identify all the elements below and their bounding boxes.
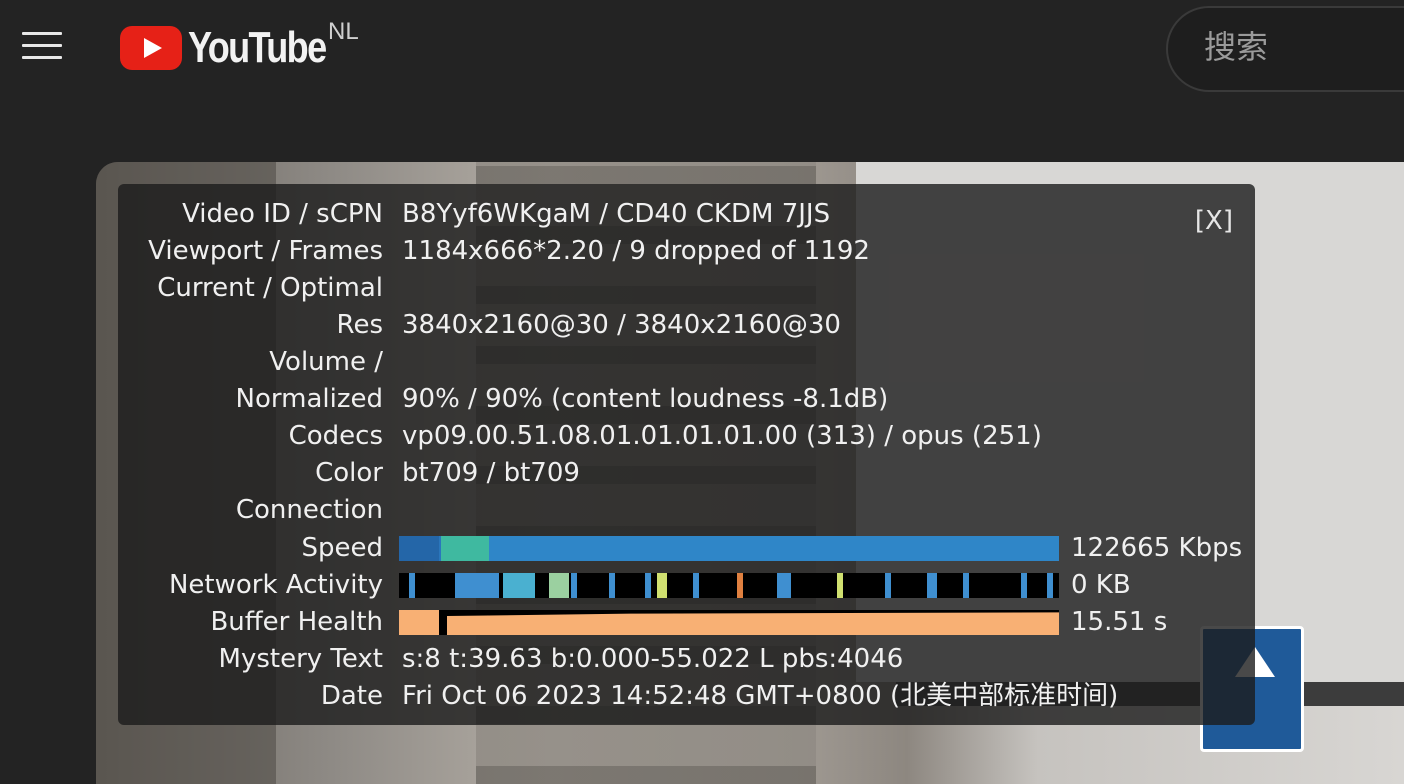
region-code: NL bbox=[328, 18, 359, 45]
stat-value: s:8 t:39.63 b:0.000-55.022 L pbs:4046 bbox=[402, 644, 904, 674]
stat-row-normalized: Normalized 90% / 90% (content loudness -… bbox=[118, 381, 1255, 418]
buffer-health-value: 15.51 s bbox=[1071, 607, 1168, 637]
stat-row-res: Res 3840x2160@30 / 3840x2160@30 bbox=[118, 307, 1255, 344]
stat-label: Viewport / Frames bbox=[148, 236, 383, 266]
stat-label: Codecs bbox=[288, 421, 383, 451]
youtube-logo[interactable]: YouTube NL bbox=[120, 18, 359, 72]
menu-icon[interactable] bbox=[22, 30, 62, 62]
stat-label: Current / Optimal bbox=[157, 273, 383, 303]
speed-graph bbox=[399, 536, 1059, 561]
stat-row-volume: Volume / bbox=[118, 344, 1255, 381]
stat-row-current-optimal: Current / Optimal bbox=[118, 270, 1255, 307]
search-box[interactable] bbox=[1166, 6, 1404, 92]
stat-label: Date bbox=[320, 681, 383, 711]
stat-value[interactable]: B8Yyf6WKgaM / CD40 CKDM 7JJS bbox=[402, 196, 830, 233]
top-bar: YouTube NL bbox=[0, 0, 1404, 92]
stat-label: Speed bbox=[301, 533, 383, 563]
stat-row-connection: Connection bbox=[118, 492, 1255, 529]
stat-value: vp09.00.51.08.01.01.01.01.00 (313) / opu… bbox=[402, 421, 1042, 451]
youtube-play-icon bbox=[120, 26, 182, 70]
stat-row-codecs: Codecs vp09.00.51.08.01.01.01.01.00 (313… bbox=[118, 418, 1255, 455]
stat-label: Volume / bbox=[269, 347, 383, 377]
buffer-health-graph bbox=[399, 610, 1059, 635]
stat-row-viewport: Viewport / Frames 1184x666*2.20 / 9 drop… bbox=[118, 233, 1255, 270]
stat-value: 1184x666*2.20 / 9 dropped of 1192 bbox=[402, 236, 870, 266]
stat-row-network-activity: Network Activity 0 KB bbox=[118, 567, 1255, 604]
stat-value: 3840x2160@30 / 3840x2160@30 bbox=[402, 310, 841, 340]
network-activity-value: 0 KB bbox=[1071, 570, 1131, 600]
stat-row-buffer-health: Buffer Health 15.51 s bbox=[118, 604, 1255, 641]
stat-label: Color bbox=[315, 458, 383, 488]
search-input[interactable] bbox=[1204, 28, 1404, 66]
stats-for-nerds-panel: [X] Video ID / sCPN B8Yyf6WKgaM / CD40 C… bbox=[118, 184, 1255, 725]
stat-label: Connection bbox=[235, 495, 383, 525]
stat-row-date: Date Fri Oct 06 2023 14:52:48 GMT+0800 (… bbox=[118, 678, 1255, 715]
stat-value: Fri Oct 06 2023 14:52:48 GMT+0800 (北美中部标… bbox=[402, 681, 1119, 711]
stat-label: Res bbox=[336, 310, 383, 340]
stat-label: Normalized bbox=[235, 384, 383, 414]
stat-value: 90% / 90% (content loudness -8.1dB) bbox=[402, 384, 889, 414]
stat-label: Mystery Text bbox=[218, 644, 383, 674]
logo-text: YouTube bbox=[188, 23, 327, 72]
stat-label: Buffer Health bbox=[210, 607, 383, 637]
stat-label: Network Activity bbox=[168, 570, 383, 600]
stat-row-video-id: Video ID / sCPN B8Yyf6WKgaM / CD40 CKDM … bbox=[118, 196, 1255, 233]
stat-row-color: Color bt709 / bt709 bbox=[118, 455, 1255, 492]
stat-label: Video ID / sCPN bbox=[182, 199, 383, 229]
stat-row-speed: Speed 122665 Kbps bbox=[118, 530, 1255, 567]
speed-value: 122665 Kbps bbox=[1071, 533, 1243, 563]
stat-value: bt709 / bt709 bbox=[402, 458, 580, 488]
network-activity-graph bbox=[399, 573, 1059, 598]
stat-row-mystery-text: Mystery Text s:8 t:39.63 b:0.000-55.022 … bbox=[118, 641, 1255, 678]
